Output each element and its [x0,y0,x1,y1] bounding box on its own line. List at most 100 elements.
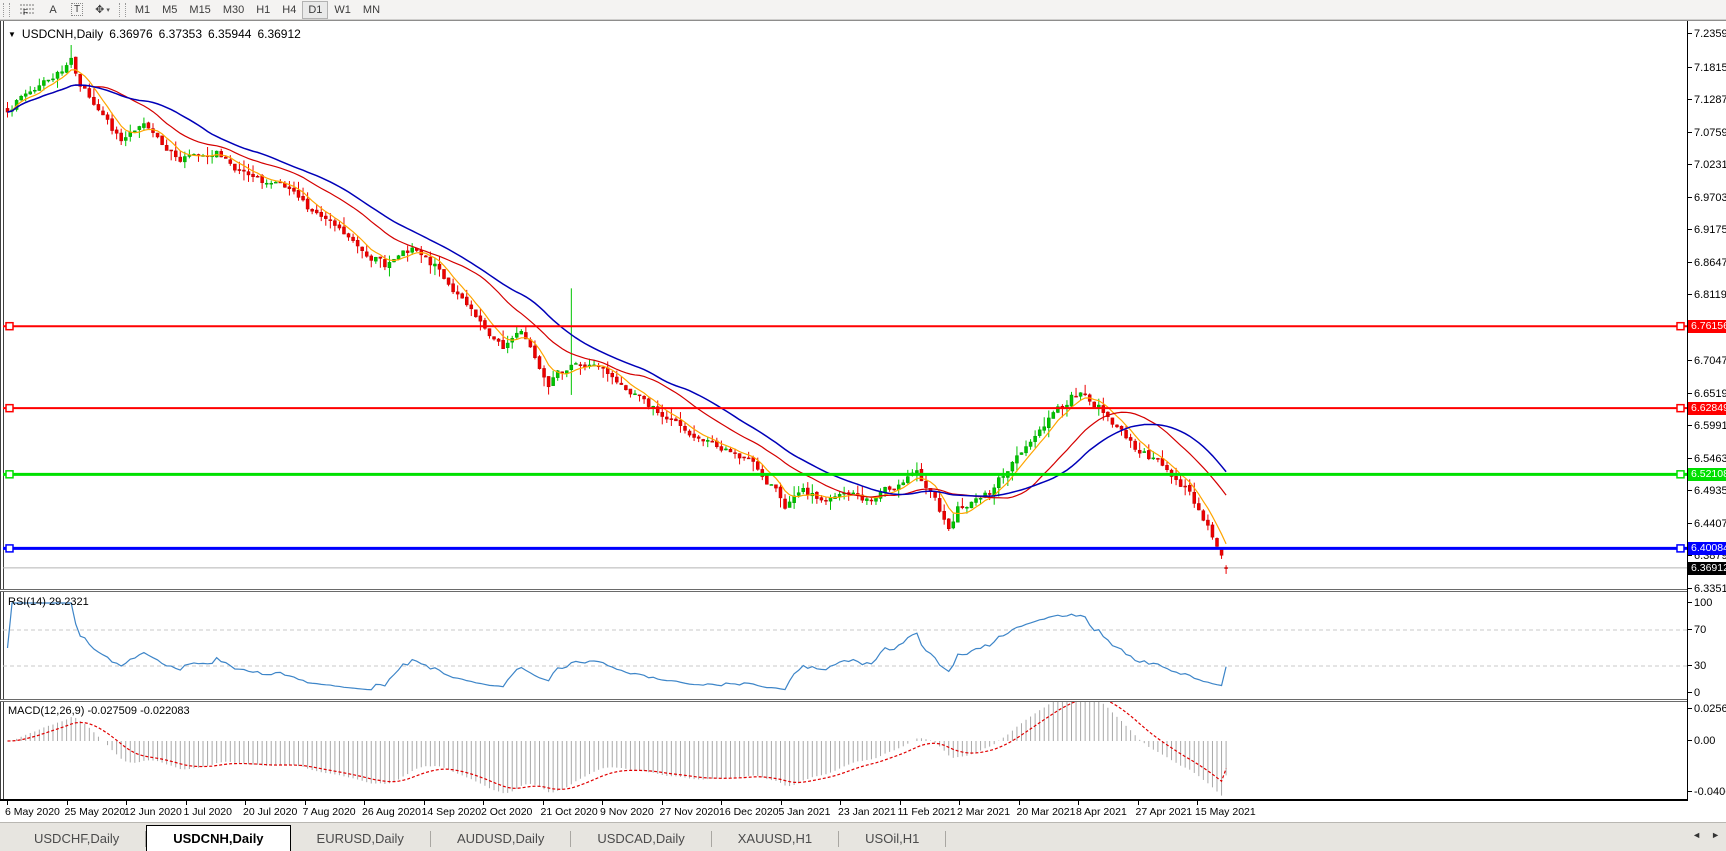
fibonacci-icon: F [20,4,34,16]
time-tick-mark [423,801,425,805]
text-icon: A [49,3,57,16]
rsi-tick: 100 [1687,597,1713,609]
date-label: 7 Aug 2020 [302,806,356,818]
timeframe-w1-button[interactable]: W1 [328,1,357,19]
tool-fibonacci-retracement-button[interactable]: F [13,1,41,19]
quote-high: 6.37353 [158,27,203,41]
toolbar-grip[interactable] [118,2,126,17]
date-label: 15 May 2021 [1195,806,1256,818]
time-tick-mark [840,801,841,805]
date-label: 2 Oct 2020 [481,806,533,818]
line-handle[interactable] [5,403,14,413]
time-axis[interactable]: 6 May 2020 25 May 2020 12 Jun 2020 1 Jul 20… [0,801,1687,821]
date-label: 23 Jan 2021 [838,806,896,818]
timeframe-m30-button[interactable]: M30 [217,1,250,19]
timeframe-m15-button[interactable]: M15 [183,1,216,19]
rsi-line [6,602,1227,691]
line-price-badge: 6.52108 [1688,468,1726,482]
time-tick-mark [1197,801,1198,805]
chart-tab-usdchf[interactable]: USDCHF,Daily [8,827,145,851]
chart-tab-usdcad[interactable]: USDCAD,Daily [571,827,710,851]
time-tick-mark [364,801,365,805]
date-label: 14 Sep 2020 [421,806,482,818]
date-label: 5 Jan 2021 [778,806,831,818]
time-tick-mark [1137,801,1139,805]
time-tick-mark [483,801,484,805]
lwma-8-line[interactable] [7,69,1227,545]
rsi-indicator-panel[interactable] [3,592,1687,699]
sma-30-line[interactable] [7,84,1227,497]
time-tick-mark [899,801,901,805]
price-tick: 6.91750 [1688,224,1726,236]
date-label: 9 Nov 2020 [600,806,654,818]
tool-text-label-button[interactable]: T [65,1,89,19]
tool-text-button[interactable]: A [41,1,65,19]
chart-tab-eurusd[interactable]: EURUSD,Daily [291,827,430,851]
time-tick-mark [661,801,663,805]
candles [5,45,1228,574]
time-tick-mark [959,801,960,805]
line-handle[interactable] [1676,403,1685,413]
price-tick: 7.12870 [1688,94,1726,106]
timeframe-d1-button[interactable]: D1 [302,0,329,19]
text-label-icon: T [71,3,84,16]
timeframe-h1-button[interactable]: H1 [250,1,276,19]
time-tick-mark [126,801,127,805]
price-tick: 6.65190 [1688,388,1726,400]
date-label: 2 Mar 2021 [957,806,1011,818]
time-tick-mark [602,801,603,805]
line-handle[interactable] [1676,544,1685,553]
collapse-quotes-icon[interactable]: ▼ [8,30,16,39]
date-label: 6 May 2020 [5,806,60,818]
line-price-badge: 6.76156 [1688,320,1726,334]
price-tick: 6.81190 [1688,289,1726,301]
price-tick: 7.02310 [1688,159,1726,171]
date-label: 27 Apr 2021 [1135,806,1193,818]
line-handle[interactable] [5,544,14,553]
line-handle[interactable] [5,321,14,331]
time-tick-mark [7,801,8,805]
date-label: 27 Nov 2020 [659,806,720,818]
macd-indicator-panel[interactable] [3,702,1687,799]
price-tick: 6.70470 [1688,355,1726,367]
rsi-tick: 30 [1687,660,1707,672]
chart-tab-audusd[interactable]: AUDUSD,Daily [431,827,570,851]
date-label: 11 Feb 2021 [897,806,956,818]
tab-scroll-left-icon[interactable]: ◄ [1692,830,1701,840]
timeframe-mn-button[interactable]: MN [357,1,386,19]
line-price-badge: 6.62849 [1688,402,1726,416]
tool-arrow-objects-button[interactable]: ✥ ▾ [89,1,116,19]
price-tick: 6.44070 [1688,518,1726,530]
chart-tab-usdcnh[interactable]: USDCNH,Daily [146,825,291,851]
chart-tab-xauusd[interactable]: XAUUSD,H1 [712,827,838,851]
toolbar-grip[interactable] [3,2,10,17]
line-handle[interactable] [1676,321,1685,331]
time-tick-mark [66,801,68,805]
sma-20-line[interactable] [7,84,1227,499]
timeframe-h4-button[interactable]: H4 [276,1,302,19]
chart-window: ▼ USDCNH,Daily 6.36976 6.37353 6.35944 6.36… [0,20,1726,821]
rsi-tick: 70 [1687,624,1707,636]
macd-tick: -0.04068 [1687,786,1726,798]
arrow-objects-icon: ✥ [95,4,105,16]
current-price-badge: 6.36912 [1688,561,1726,575]
price-axis[interactable]: 7.23590 7.18150 7.12870 7.07590 7.02310 6.970… [1687,21,1726,801]
time-tick-mark [185,801,187,805]
line-handle[interactable] [5,470,14,479]
horizontal-line-6.52108[interactable] [3,470,1687,479]
chart-tab-usoil[interactable]: USOil,H1 [839,827,945,851]
horizontal-line-6.76156[interactable] [3,321,1687,331]
timeframe-m1-button[interactable]: M1 [129,1,156,19]
rsi-label: RSI(14) 29.2321 [8,596,89,608]
horizontal-line-6.62849[interactable] [3,403,1687,413]
timeframe-m5-button[interactable]: M5 [156,1,183,19]
tab-scroll-right-icon[interactable]: ► [1711,830,1720,840]
line-handle[interactable] [1676,470,1685,479]
tab-scroll-controls: ◄ ► [1692,830,1720,840]
line-studies-toolbar: F A T ✥ ▾ [13,1,116,19]
date-label: 1 Jul 2020 [183,806,232,818]
price-chart[interactable] [3,21,1687,589]
horizontal-line-6.40084[interactable] [3,544,1687,553]
time-tick-mark [542,801,544,805]
time-tick-mark [304,801,306,805]
